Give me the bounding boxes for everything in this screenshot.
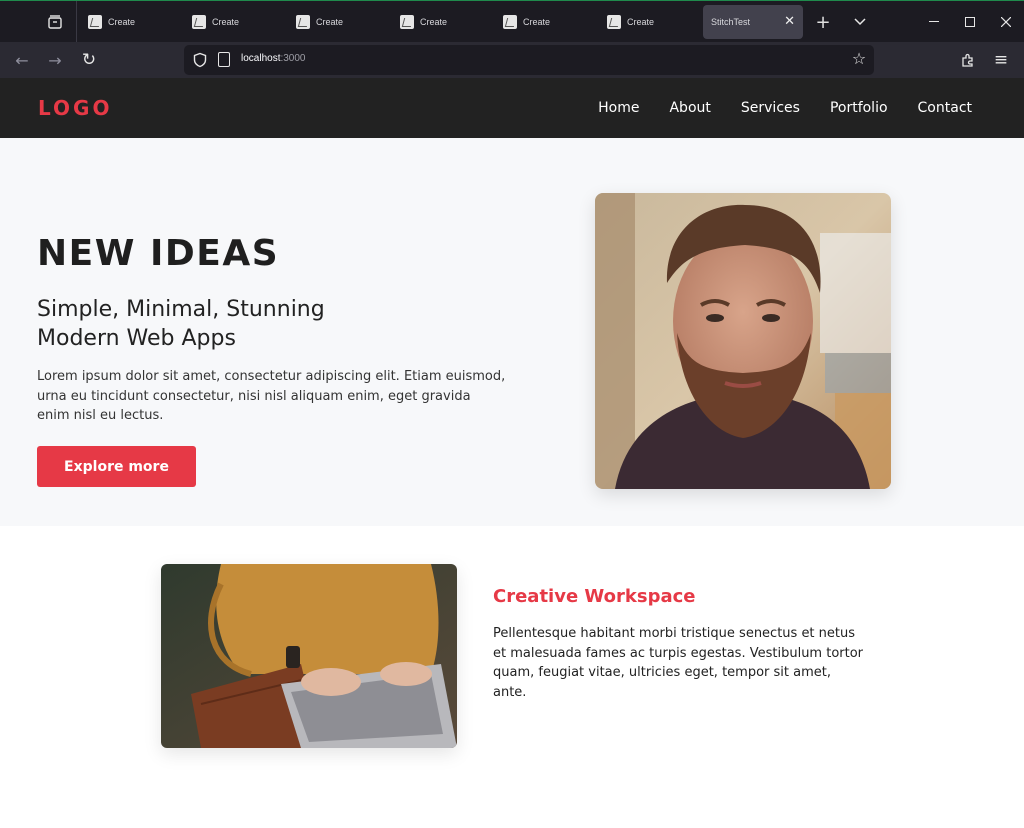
- tab-overflow-chevron-down-icon[interactable]: [847, 9, 873, 35]
- forward-arrow-icon[interactable]: →: [42, 48, 68, 72]
- tab-title: Create: [627, 17, 655, 27]
- browser-tab-bar: Create Create Create Create Create Creat…: [0, 0, 1024, 43]
- close-window-button[interactable]: [993, 9, 1019, 35]
- app-menu-icon[interactable]: ≡: [988, 48, 1014, 72]
- url-port: :3000: [280, 53, 306, 64]
- explore-more-button[interactable]: Explore more: [37, 446, 196, 487]
- url-host: localhost: [241, 53, 281, 64]
- tab-title: Create: [523, 17, 551, 27]
- address-bar[interactable]: localhost:3000 ☆: [184, 45, 874, 75]
- browser-tab[interactable]: Create: [77, 5, 177, 39]
- maximize-window-button[interactable]: [957, 9, 983, 35]
- tracking-shield-icon[interactable]: [192, 52, 208, 68]
- tab-list-icon[interactable]: [38, 6, 72, 38]
- main-nav: Home About Services Portfolio Contact: [568, 78, 972, 138]
- page-favicon-icon: [192, 15, 206, 29]
- browser-navigation-bar: ← → ↻ localhost:3000 ☆ ≡: [0, 42, 1024, 78]
- nav-link-home[interactable]: Home: [598, 100, 639, 116]
- feature-title: Creative Workspace: [493, 586, 696, 607]
- bookmark-star-icon[interactable]: ☆: [850, 50, 868, 68]
- site-logo[interactable]: LOGO: [38, 96, 112, 120]
- page-favicon-icon: [503, 15, 517, 29]
- new-tab-button[interactable]: +: [810, 9, 836, 35]
- hero-portrait-image: [595, 193, 891, 489]
- site-header: LOGO Home About Services Portfolio Conta…: [0, 78, 1024, 138]
- close-tab-icon[interactable]: ✕: [784, 14, 795, 28]
- tab-title: Create: [108, 17, 136, 27]
- browser-tab-active[interactable]: StitchTest ✕: [703, 5, 803, 39]
- browser-tab[interactable]: Create: [389, 5, 489, 39]
- minimize-window-button[interactable]: [921, 9, 947, 35]
- tab-title: StitchTest: [711, 17, 751, 27]
- browser-tab[interactable]: Create: [492, 5, 592, 39]
- page-favicon-icon: [296, 15, 310, 29]
- nav-link-portfolio[interactable]: Portfolio: [830, 100, 888, 116]
- hero-description: Lorem ipsum dolor sit amet, consectetur …: [37, 369, 506, 423]
- tab-title: Create: [316, 17, 344, 27]
- browser-tab[interactable]: Create: [285, 5, 385, 39]
- nav-link-contact[interactable]: Contact: [918, 100, 972, 116]
- hero-subtitle: Simple, Minimal, Stunning Modern Web App…: [37, 295, 325, 353]
- nav-link-about[interactable]: About: [669, 100, 710, 116]
- nav-link-services[interactable]: Services: [741, 100, 800, 116]
- extensions-icon[interactable]: [955, 48, 981, 72]
- reload-icon[interactable]: ↻: [76, 48, 102, 72]
- page-info-icon[interactable]: [218, 52, 230, 67]
- page-favicon-icon: [88, 15, 102, 29]
- back-arrow-icon[interactable]: ←: [9, 48, 35, 72]
- page-favicon-icon: [400, 15, 414, 29]
- tab-title: Create: [420, 17, 448, 27]
- url-text[interactable]: localhost:3000: [241, 53, 306, 64]
- hero-subtitle-line: Simple, Minimal, Stunning: [37, 297, 325, 322]
- workspace-image: [161, 564, 457, 748]
- browser-tab[interactable]: Create: [596, 5, 696, 39]
- hero-subtitle-line: Modern Web Apps: [37, 326, 236, 351]
- feature-description: Pellentesque habitant morbi tristique se…: [493, 626, 864, 700]
- tab-title: Create: [212, 17, 240, 27]
- hero-title: NEW IDEAS: [37, 233, 280, 274]
- browser-tab[interactable]: Create: [181, 5, 281, 39]
- hero-section: NEW IDEAS Simple, Minimal, Stunning Mode…: [0, 138, 1024, 526]
- page-favicon-icon: [607, 15, 621, 29]
